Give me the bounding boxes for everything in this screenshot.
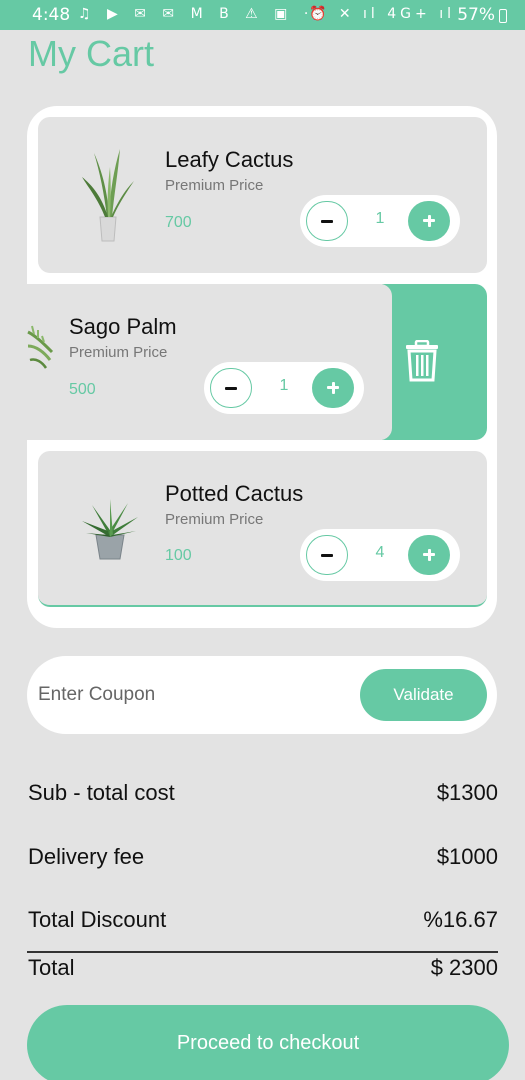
coupon-input[interactable]	[38, 674, 338, 716]
item-subtitle: Premium Price	[69, 344, 168, 361]
item-name: Sago Palm	[69, 314, 177, 339]
discount-label: Total Discount	[28, 907, 167, 932]
discount-value: %16.67	[423, 907, 498, 932]
subtotal-value: $1300	[436, 780, 498, 805]
delivery-fee-label: Delivery fee	[28, 844, 145, 869]
trash-icon[interactable]	[405, 340, 439, 382]
quantity-stepper[interactable]: 1	[300, 195, 460, 247]
decrease-quantity-button[interactable]	[306, 201, 348, 241]
item-name: Potted Cactus	[165, 481, 304, 506]
quantity-stepper[interactable]: 1	[204, 362, 364, 414]
system-status-icons: ⏰ ✕ ıl 4G+ ıl	[308, 6, 455, 22]
decrease-quantity-button[interactable]	[306, 535, 348, 575]
battery-icon	[499, 9, 507, 23]
snake-plant-image	[82, 149, 134, 242]
increase-quantity-button[interactable]	[408, 201, 450, 241]
aloe-plant-image	[82, 499, 138, 560]
validate-coupon-button[interactable]: Validate	[360, 669, 487, 721]
item-subtitle: Premium Price	[165, 511, 264, 528]
quantity-stepper[interactable]: 4	[300, 529, 460, 581]
cart-item-sago-palm[interactable]: Sago Palm Premium Price 500 1	[0, 284, 392, 440]
summary-divider	[27, 951, 498, 953]
item-price: 100	[165, 547, 192, 564]
cart-item-leafy-cactus[interactable]: Leafy Cactus Premium Price 700 1	[38, 117, 487, 273]
cart-item-potted-cactus[interactable]: Potted Cactus Premium Price 100 4	[38, 451, 487, 607]
total-value: $ 2300	[430, 955, 498, 980]
delete-item-action[interactable]	[382, 284, 487, 440]
increase-quantity-button[interactable]	[312, 368, 354, 408]
status-time: 4:48	[32, 5, 71, 25]
delivery-fee-value: $1000	[436, 844, 498, 869]
item-quantity: 4	[375, 544, 385, 561]
checkout-button[interactable]: Proceed to checkout	[27, 1005, 509, 1080]
subtotal-label: Sub - total cost	[28, 780, 175, 805]
battery-percent: 57%	[457, 5, 495, 25]
decrease-quantity-button[interactable]	[210, 368, 252, 408]
coupon-box: Validate	[27, 656, 497, 734]
item-subtitle: Premium Price	[165, 177, 264, 194]
sago-palm-image	[27, 325, 54, 369]
item-price: 700	[165, 214, 192, 231]
page-title: My Cart	[28, 33, 154, 74]
increase-quantity-button[interactable]	[408, 535, 450, 575]
total-label: Total	[28, 955, 75, 980]
item-name: Leafy Cactus	[165, 147, 294, 172]
item-price: 500	[69, 381, 96, 398]
item-quantity: 1	[279, 377, 289, 394]
status-bar: 4:48 ♫ ▶ ✉ ✉ M B ⚠ ▣ ·· ⏰ ✕ ıl 4G+ ıl 57…	[0, 0, 525, 30]
notification-icons: ♫ ▶ ✉ ✉ M B ⚠ ▣ ··	[78, 6, 325, 22]
item-quantity: 1	[375, 210, 385, 227]
